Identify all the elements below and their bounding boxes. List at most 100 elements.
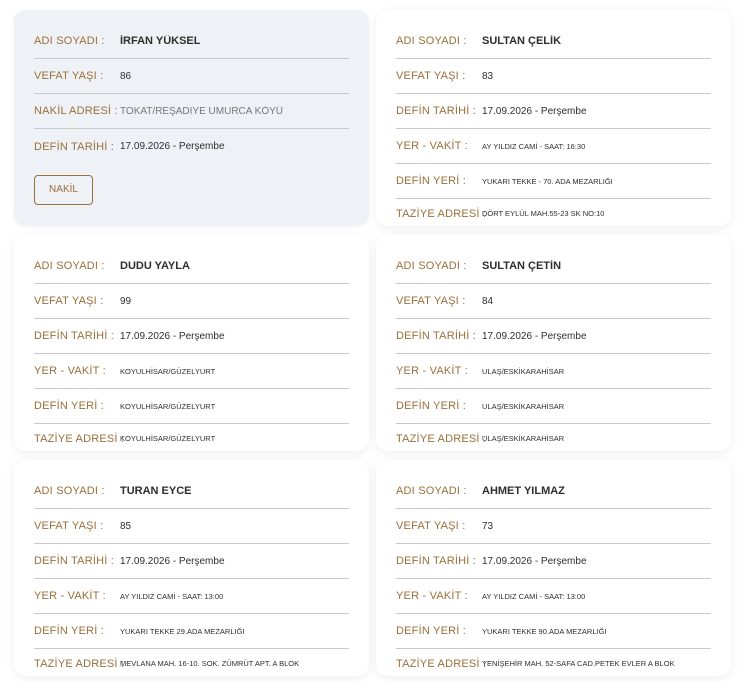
place-time-row: YER - VAKİT : AY YILDIZ CAMİ - SAAT: 13:… <box>34 579 349 614</box>
age-row: VEFAT YAŞI : 83 <box>396 59 711 94</box>
burial-date-label: DEFİN TARİHİ : <box>396 330 477 342</box>
burial-place-value: KOYULHİSAR/GÜZELYURT <box>120 401 216 411</box>
place-time-value: AY YILDIZ CAMİ - SAAT: 16:30 <box>482 141 586 151</box>
place-time-label: YER - VAKİT : <box>396 140 468 152</box>
age-row: VEFAT YAŞI : 73 <box>396 509 711 544</box>
name-label: ADI SOYADI : <box>396 260 467 272</box>
name-row: ADI SOYADI : SULTAN ÇETİN <box>396 249 711 284</box>
burial-date-value: 17.09.2026 - Perşembe <box>482 105 587 117</box>
name-value: TURAN EYCE <box>120 485 192 497</box>
condolence-value: KOYULHİSAR/GÜZELYURT <box>120 434 216 443</box>
burial-place-row: DEFİN YERİ : YUKARI TEKKE - 70. ADA MEZA… <box>396 164 711 199</box>
transfer-label: NAKİL ADRESİ : <box>34 105 118 117</box>
name-value: DUDU YAYLA <box>120 260 190 272</box>
age-label: VEFAT YAŞI : <box>34 70 104 82</box>
burial-place-value: ULAŞ/ESKİKARAHİSAR <box>482 401 565 411</box>
place-time-label: YER - VAKİT : <box>34 590 106 602</box>
burial-date-label: DEFİN TARİHİ : <box>34 330 115 342</box>
condolence-row: TAZİYE ADRESİ : YENİŞEHİR MAH. 52-SAFA C… <box>396 649 711 678</box>
age-row: VEFAT YAŞI : 99 <box>34 284 349 319</box>
burial-place-row: DEFİN YERİ : YUKARI TEKKE 90.ADA MEZARLI… <box>396 614 711 649</box>
transfer-button[interactable]: NAKİL <box>34 175 93 205</box>
name-label: ADI SOYADI : <box>34 485 105 497</box>
age-label: VEFAT YAŞI : <box>396 70 466 82</box>
condolence-value: MEVLANA MAH. 16-10. SOK. ZÜMRÜT APT. A B… <box>120 659 300 668</box>
place-time-value: KOYULHİSAR/GÜZELYURT <box>120 366 216 376</box>
condolence-label: TAZİYE ADRESİ : <box>34 432 125 445</box>
burial-date-label: DEFİN TARİHİ : <box>396 555 477 567</box>
burial-date-row: DEFİN TARİHİ : 17.09.2026 - Perşembe <box>396 94 711 129</box>
age-value: 85 <box>120 520 132 532</box>
age-row: VEFAT YAŞI : 84 <box>396 284 711 319</box>
burial-date-row: DEFİN TARİHİ : 17.09.2026 - Perşembe <box>396 319 711 354</box>
burial-place-row: DEFİN YERİ : ULAŞ/ESKİKARAHİSAR <box>396 389 711 424</box>
burial-date-value: 17.09.2026 - Perşembe <box>482 555 587 567</box>
condolence-label: TAZİYE ADRESİ : <box>34 657 125 670</box>
name-row: ADI SOYADI : SULTAN ÇELİK <box>396 24 711 59</box>
name-value: SULTAN ÇETİN <box>482 260 562 272</box>
burial-date-label: DEFİN TARİHİ : <box>396 105 477 117</box>
obituary-card: ADI SOYADI : İRFAN YÜKSEL VEFAT YAŞI : 8… <box>14 10 369 226</box>
obituary-card: ADI SOYADI : DUDU YAYLA VEFAT YAŞI : 99 … <box>14 235 369 451</box>
place-time-value: AY YILDIZ CAMİ - SAAT: 13:00 <box>120 591 224 601</box>
age-row: VEFAT YAŞI : 85 <box>34 509 349 544</box>
age-row: VEFAT YAŞI : 86 <box>34 59 349 94</box>
name-value: İRFAN YÜKSEL <box>120 35 201 47</box>
condolence-value: YENİŞEHİR MAH. 52-SAFA CAD.PETEK EVLER A… <box>482 659 675 668</box>
place-time-value: ULAŞ/ESKİKARAHİSAR <box>482 366 565 376</box>
condolence-value: DÖRT EYLÜL MAH.55-23 SK NO:10 <box>482 209 605 218</box>
condolence-label: TAZİYE ADRESİ : <box>396 432 487 445</box>
burial-place-value: YUKARI TEKKE - 70. ADA MEZARLIĞI <box>482 176 613 186</box>
burial-date-value: 17.09.2026 - Perşembe <box>120 555 225 567</box>
place-time-value: AY YILDIZ CAMİ - SAAT: 13:00 <box>482 591 586 601</box>
age-label: VEFAT YAŞI : <box>396 520 466 532</box>
burial-date-row: DEFİN TARİHİ : 17.09.2026 - Perşembe <box>396 544 711 579</box>
age-value: 84 <box>482 295 494 307</box>
age-label: VEFAT YAŞI : <box>34 520 104 532</box>
transfer-row: NAKİL ADRESİ : TOKAT/REŞADİYE UMURCA KÖY… <box>34 94 349 129</box>
name-row: ADI SOYADI : İRFAN YÜKSEL <box>34 24 349 59</box>
age-value: 99 <box>120 295 132 307</box>
place-time-label: YER - VAKİT : <box>396 365 468 377</box>
burial-date-label: DEFİN TARİHİ : <box>34 555 115 567</box>
obituary-card: ADI SOYADI : SULTAN ÇELİK VEFAT YAŞI : 8… <box>376 10 731 226</box>
name-row: ADI SOYADI : DUDU YAYLA <box>34 249 349 284</box>
burial-place-value: YUKARI TEKKE 29.ADA MEZARLIĞI <box>120 626 245 636</box>
condolence-row: TAZİYE ADRESİ : ULAŞ/ESKİKARAHİSAR <box>396 424 711 453</box>
burial-place-label: DEFİN YERİ : <box>396 175 467 187</box>
burial-date-value: 17.09.2026 - Perşembe <box>120 330 225 342</box>
place-time-row: YER - VAKİT : ULAŞ/ESKİKARAHİSAR <box>396 354 711 389</box>
obituary-card: ADI SOYADI : SULTAN ÇETİN VEFAT YAŞI : 8… <box>376 235 731 451</box>
place-time-row: YER - VAKİT : AY YILDIZ CAMİ - SAAT: 16:… <box>396 129 711 164</box>
burial-date-row: DEFİN TARİHİ : 17.09.2026 - Perşembe <box>34 544 349 579</box>
burial-place-row: DEFİN YERİ : YUKARI TEKKE 29.ADA MEZARLI… <box>34 614 349 649</box>
burial-date-row: DEFİN TARİHİ : 17.09.2026 - Perşembe <box>34 129 349 164</box>
age-value: 86 <box>120 70 132 82</box>
burial-place-label: DEFİN YERİ : <box>34 625 105 637</box>
condolence-row: TAZİYE ADRESİ : DÖRT EYLÜL MAH.55-23 SK … <box>396 199 711 228</box>
burial-place-label: DEFİN YERİ : <box>396 625 467 637</box>
condolence-row: TAZİYE ADRESİ : MEVLANA MAH. 16-10. SOK.… <box>34 649 349 678</box>
place-time-row: YER - VAKİT : AY YILDIZ CAMİ - SAAT: 13:… <box>396 579 711 614</box>
burial-date-row: DEFİN TARİHİ : 17.09.2026 - Perşembe <box>34 319 349 354</box>
place-time-row: YER - VAKİT : KOYULHİSAR/GÜZELYURT <box>34 354 349 389</box>
place-time-label: YER - VAKİT : <box>396 590 468 602</box>
transfer-value: TOKAT/REŞADİYE UMURCA KÖYÜ <box>120 105 283 117</box>
burial-place-label: DEFİN YERİ : <box>34 400 105 412</box>
condolence-value: ULAŞ/ESKİKARAHİSAR <box>482 434 565 443</box>
name-row: ADI SOYADI : TURAN EYCE <box>34 474 349 509</box>
age-label: VEFAT YAŞI : <box>34 295 104 307</box>
place-time-label: YER - VAKİT : <box>34 365 106 377</box>
age-label: VEFAT YAŞI : <box>396 295 466 307</box>
burial-place-value: YUKARI TEKKE 90.ADA MEZARLIĞI <box>482 626 607 636</box>
age-value: 73 <box>482 520 494 532</box>
age-value: 83 <box>482 70 494 82</box>
burial-date-value: 17.09.2026 - Perşembe <box>482 330 587 342</box>
obituary-card: ADI SOYADI : AHMET YILMAZ VEFAT YAŞI : 7… <box>376 460 731 676</box>
name-label: ADI SOYADI : <box>34 260 105 272</box>
burial-date-label: DEFİN TARİHİ : <box>34 140 115 153</box>
name-row: ADI SOYADI : AHMET YILMAZ <box>396 474 711 509</box>
burial-place-row: DEFİN YERİ : KOYULHİSAR/GÜZELYURT <box>34 389 349 424</box>
name-value: SULTAN ÇELİK <box>482 35 562 47</box>
name-label: ADI SOYADI : <box>396 35 467 47</box>
